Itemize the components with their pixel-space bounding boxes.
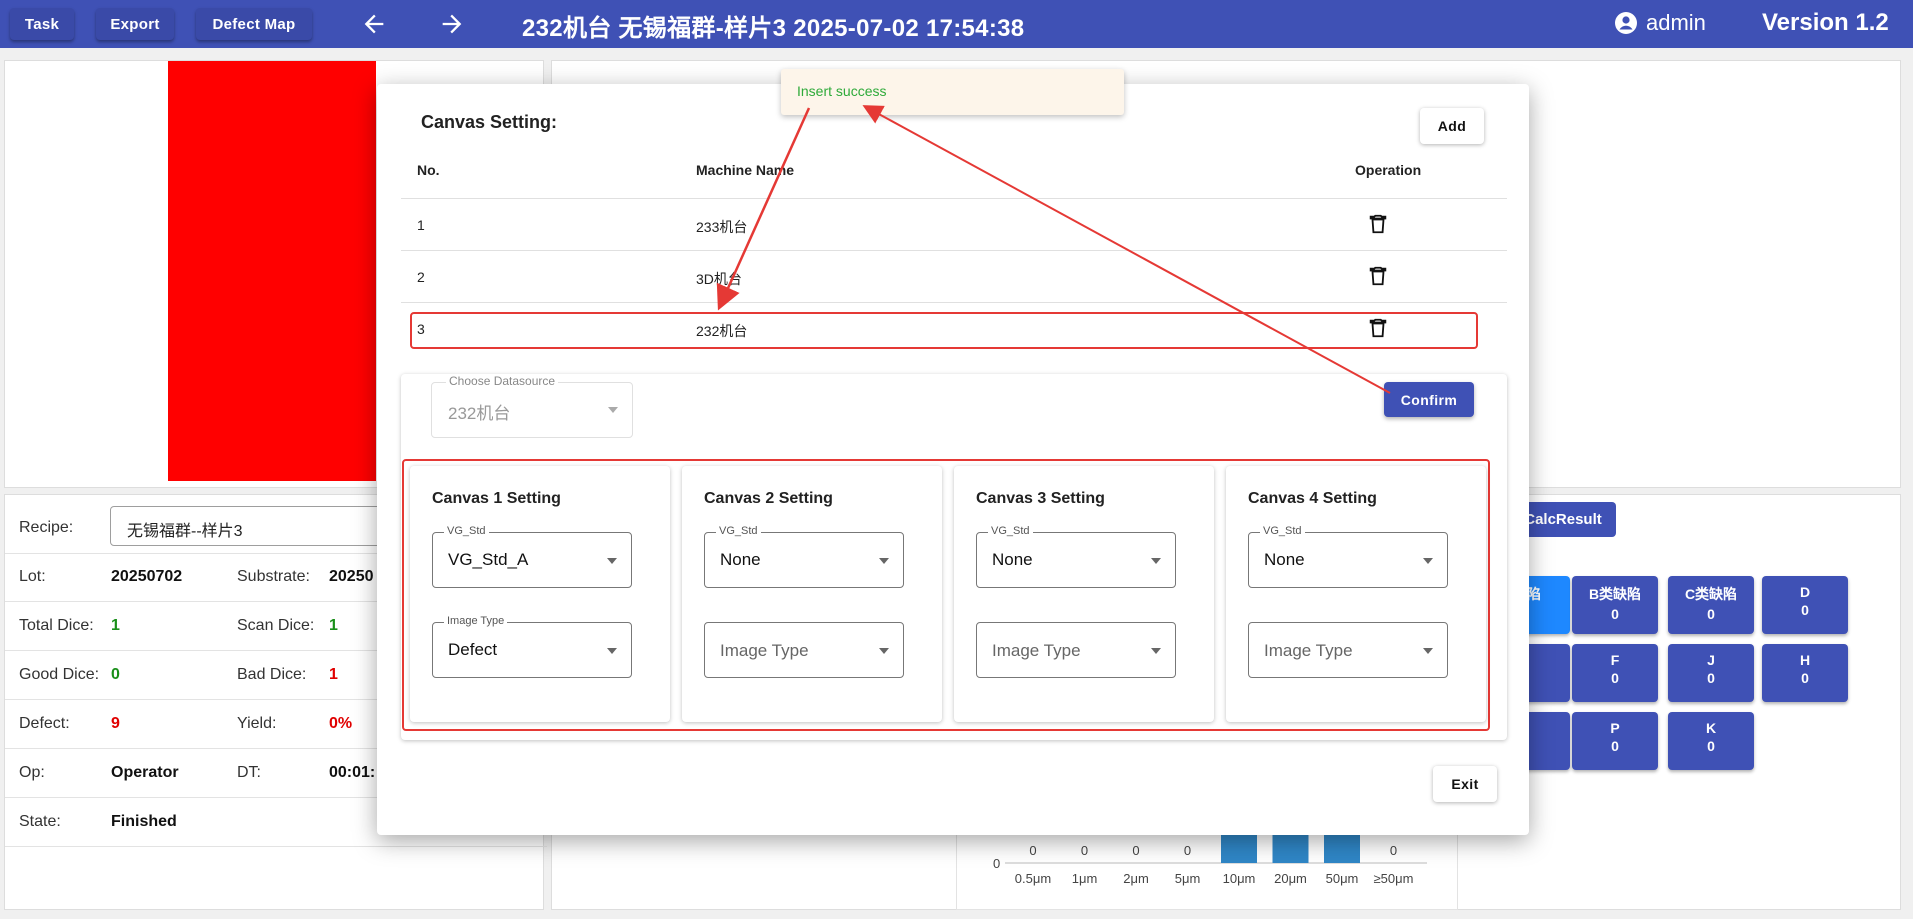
- annotation-arrow: [862, 105, 1391, 394]
- annotation-arrow: [716, 107, 811, 311]
- annotation-arrows: [716, 105, 1391, 394]
